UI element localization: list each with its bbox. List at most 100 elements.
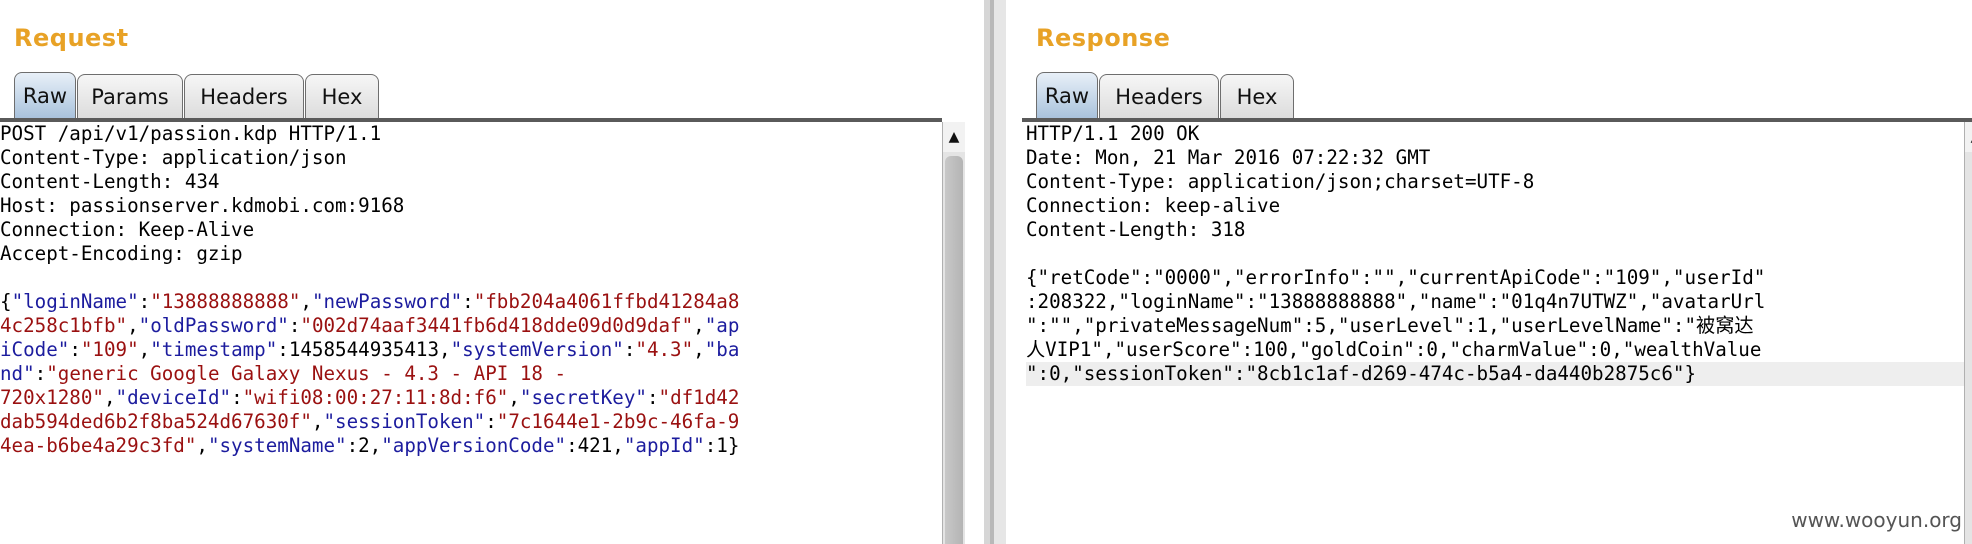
raw-text: : bbox=[231, 386, 243, 409]
raw-text: POST /api/v1/passion.kdp HTTP/1.1 bbox=[0, 122, 382, 145]
raw-text: :2, bbox=[346, 434, 382, 457]
raw-text: : bbox=[462, 290, 474, 313]
json-string-text: "wifi08:00:27:11:8d:f6" bbox=[242, 386, 509, 409]
raw-text: : bbox=[288, 314, 301, 337]
json-key-text: "loginName" bbox=[11, 290, 139, 313]
json-string-text: "generic Google Galaxy Nexus - 4.3 - API… bbox=[46, 362, 567, 385]
scroll-up-arrow-icon[interactable]: ▲ bbox=[943, 122, 965, 152]
editor-line: 720x1280","deviceId":"wifi08:00:27:11:8d… bbox=[0, 386, 942, 410]
watermark: www.wooyun.org bbox=[1791, 508, 1962, 532]
json-string-text: dab594ded6b2f8ba524d67630f" bbox=[0, 410, 312, 433]
scroll-up-arrow-icon[interactable]: ▲ bbox=[1965, 122, 1972, 152]
editor-line: ":"","privateMessageNum":5,"userLevel":1… bbox=[1026, 314, 1964, 338]
json-key-text: "oldPassword" bbox=[138, 314, 289, 337]
raw-text: HTTP/1.1 200 OK bbox=[1026, 122, 1200, 145]
raw-text: : bbox=[485, 410, 497, 433]
json-key-text: "deviceId" bbox=[115, 386, 232, 409]
response-scrollbar[interactable]: ▲ bbox=[1964, 122, 1972, 544]
split-pane-divider[interactable] bbox=[984, 0, 1006, 544]
raw-text: { bbox=[0, 290, 12, 313]
tab-hex[interactable]: Hex bbox=[1220, 74, 1294, 118]
raw-text: ":"","privateMessageNum":5,"userLevel":1… bbox=[1026, 314, 1754, 337]
request-raw-editor[interactable]: POST /api/v1/passion.kdp HTTP/1.1 Content… bbox=[0, 122, 942, 544]
editor-line: iCode":"109","timestamp":1458544935413,"… bbox=[0, 338, 942, 362]
json-key-text: "timestamp" bbox=[150, 338, 278, 361]
json-string-text: "002d74aaf3441fb6d418dde09d0d9daf" bbox=[300, 314, 694, 337]
editor-line: 4ea-b6be4a29c3fd","systemName":2,"appVer… bbox=[0, 434, 942, 458]
editor-line: Connection: keep-alive bbox=[1026, 194, 1964, 218]
json-key-text: "ap bbox=[704, 314, 740, 337]
json-key-text: nd" bbox=[0, 362, 35, 385]
raw-text: :208322,"loginName":"13888888888","name"… bbox=[1026, 290, 1766, 313]
raw-text: 人VIP1","userScore":100,"goldCoin":0,"cha… bbox=[1026, 338, 1762, 361]
raw-text: : bbox=[138, 290, 151, 313]
tab-raw[interactable]: Raw bbox=[14, 72, 76, 118]
json-key-text: "newPassword" bbox=[311, 290, 463, 313]
json-key-text: "systemName" bbox=[207, 434, 347, 457]
raw-text: Content-Length: 318 bbox=[1026, 218, 1246, 241]
json-string-text: "fbb204a4061ffbd41284a8 bbox=[473, 290, 740, 313]
raw-text: Connection: keep-alive bbox=[1026, 194, 1281, 217]
editor-line: HTTP/1.1 200 OK bbox=[1026, 122, 1964, 146]
editor-line: Accept-Encoding: gzip bbox=[0, 242, 942, 266]
editor-line: Host: passionserver.kdmobi.com:9168 bbox=[0, 194, 942, 218]
raw-text: , bbox=[311, 410, 324, 433]
request-tab-bar: Raw Params Headers Hex bbox=[14, 72, 380, 118]
tab-hex[interactable]: Hex bbox=[305, 74, 379, 118]
raw-text: Accept-Encoding: gzip bbox=[0, 242, 243, 265]
raw-text: : bbox=[646, 386, 659, 409]
raw-text: :1458544935413, bbox=[277, 338, 451, 361]
tab-headers[interactable]: Headers bbox=[1099, 74, 1219, 118]
tab-headers[interactable]: Headers bbox=[184, 74, 304, 118]
raw-text: Host: passionserver.kdmobi.com:9168 bbox=[0, 194, 405, 217]
response-tab-bar: Raw Headers Hex bbox=[1036, 72, 1295, 118]
json-key-text: "appId" bbox=[623, 434, 705, 457]
request-panel: Request Raw Params Headers Hex POST /api… bbox=[0, 0, 972, 544]
editor-line: 人VIP1","userScore":100,"goldCoin":0,"cha… bbox=[1026, 338, 1964, 362]
raw-text: : bbox=[623, 338, 636, 361]
editor-line: Date: Mon, 21 Mar 2016 07:22:32 GMT bbox=[1026, 146, 1964, 170]
raw-text: , bbox=[300, 290, 312, 313]
json-string-text: 4c258c1bfb" bbox=[0, 314, 128, 337]
json-key-text: "secretKey" bbox=[519, 386, 647, 409]
json-string-text: "df1d42 bbox=[658, 386, 740, 409]
tab-raw[interactable]: Raw bbox=[1036, 72, 1098, 118]
editor-line: nd":"generic Google Galaxy Nexus - 4.3 -… bbox=[0, 362, 942, 386]
json-string-text: 720x1280" bbox=[0, 386, 104, 409]
raw-text: , bbox=[103, 386, 116, 409]
json-key-text: iCode" bbox=[0, 338, 70, 361]
raw-text: : bbox=[69, 338, 81, 361]
editor-line: Connection: Keep-Alive bbox=[0, 218, 942, 242]
raw-text: :421, bbox=[566, 434, 624, 457]
raw-text: Date: Mon, 21 Mar 2016 07:22:32 GMT bbox=[1026, 146, 1431, 169]
raw-text: :1} bbox=[704, 434, 740, 457]
editor-line: Content-Length: 434 bbox=[0, 170, 942, 194]
tab-params[interactable]: Params bbox=[77, 74, 183, 118]
response-raw-editor[interactable]: HTTP/1.1 200 OK Date: Mon, 21 Mar 2016 07… bbox=[1026, 122, 1964, 544]
request-scroll-thumb[interactable] bbox=[945, 156, 963, 544]
raw-text: Content-Type: application/json bbox=[0, 146, 347, 169]
editor-line: ":0,"sessionToken":"8cb1c1af-d269-474c-b… bbox=[1026, 362, 1964, 386]
request-title: Request bbox=[14, 24, 129, 52]
json-key-text: "systemVersion" bbox=[450, 338, 624, 361]
editor-line: {"loginName":"13888888888","newPassword"… bbox=[0, 290, 942, 314]
json-string-text: "7c1644e1-2b9c-46fa-9 bbox=[496, 410, 740, 433]
raw-text: , bbox=[508, 386, 520, 409]
raw-text: , bbox=[196, 434, 208, 457]
editor-line: Content-Type: application/json bbox=[0, 146, 942, 170]
response-title: Response bbox=[1036, 24, 1171, 52]
editor-line: POST /api/v1/passion.kdp HTTP/1.1 bbox=[0, 122, 942, 146]
request-scrollbar[interactable]: ▲ bbox=[942, 122, 965, 544]
raw-text: , bbox=[693, 338, 705, 361]
editor-line: Content-Type: application/json;charset=U… bbox=[1026, 170, 1964, 194]
raw-text: : bbox=[34, 362, 47, 385]
editor-line: Content-Length: 318 bbox=[1026, 218, 1964, 242]
raw-text: ":0,"sessionToken":"8cb1c1af-d269-474c-b… bbox=[1026, 362, 1697, 385]
response-panel: Response Raw Headers Hex HTTP/1.1 200 OK… bbox=[1022, 0, 1972, 544]
json-string-text: "109" bbox=[80, 338, 139, 361]
json-key-text: "appVersionCode" bbox=[381, 434, 567, 457]
editor-line: {"retCode":"0000","errorInfo":"","curren… bbox=[1026, 266, 1964, 290]
raw-text: Content-Length: 434 bbox=[0, 170, 220, 193]
